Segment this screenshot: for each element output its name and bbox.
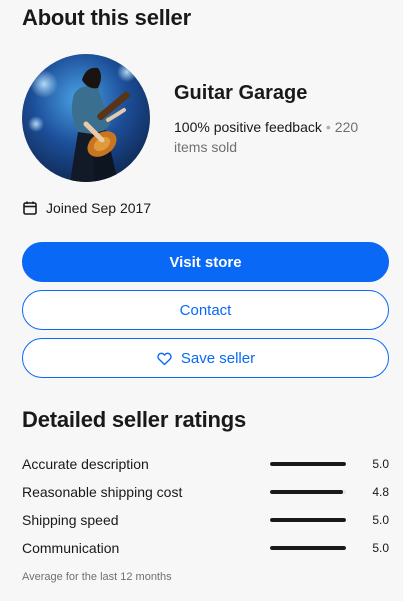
rating-bar xyxy=(270,546,346,550)
heart-icon xyxy=(156,350,173,367)
separator-dot: • xyxy=(325,119,331,135)
rating-bar xyxy=(270,462,346,466)
rating-bar-fill xyxy=(270,462,346,466)
rating-value: 5.0 xyxy=(372,541,389,555)
avatar-image xyxy=(22,54,150,182)
rating-value: 5.0 xyxy=(372,457,389,471)
rating-label: Shipping speed xyxy=(22,512,119,528)
save-seller-label: Save seller xyxy=(180,349,256,367)
joined-date: Joined Sep 2017 xyxy=(22,200,151,216)
rating-bar-fill xyxy=(270,490,343,494)
visit-store-button[interactable]: Visit store xyxy=(22,242,389,282)
visit-store-label: Visit store xyxy=(169,253,242,271)
seller-ratings-title: Detailed seller ratings xyxy=(22,407,247,432)
rating-row: Communication 5.0 xyxy=(22,538,389,558)
rating-label: Accurate description xyxy=(22,456,149,472)
rating-bar xyxy=(270,518,346,522)
seller-name[interactable]: Guitar Garage xyxy=(174,82,307,105)
rating-value: 5.0 xyxy=(372,513,389,527)
calendar-icon xyxy=(22,200,38,216)
rating-label: Communication xyxy=(22,540,120,556)
contact-button[interactable]: Contact xyxy=(22,290,389,330)
rating-bar-fill xyxy=(270,518,346,522)
seller-stats: 100% positive feedback • 220 items sold xyxy=(174,117,389,157)
about-seller-title: About this seller xyxy=(22,5,191,30)
rating-row: Reasonable shipping cost 4.8 xyxy=(22,482,389,502)
rating-value: 4.8 xyxy=(372,485,389,499)
rating-row: Shipping speed 5.0 xyxy=(22,510,389,530)
rating-label: Reasonable shipping cost xyxy=(22,484,183,500)
seller-avatar[interactable] xyxy=(22,54,150,182)
rating-bar xyxy=(270,490,346,494)
rating-row: Accurate description 5.0 xyxy=(22,454,389,474)
joined-label: Joined Sep 2017 xyxy=(46,200,152,216)
ratings-note: Average for the last 12 months xyxy=(22,571,172,583)
save-seller-button[interactable]: Save seller xyxy=(22,338,389,378)
positive-feedback: 100% positive feedback xyxy=(174,119,322,135)
contact-label: Contact xyxy=(179,301,232,319)
rating-bar-fill xyxy=(270,546,346,550)
